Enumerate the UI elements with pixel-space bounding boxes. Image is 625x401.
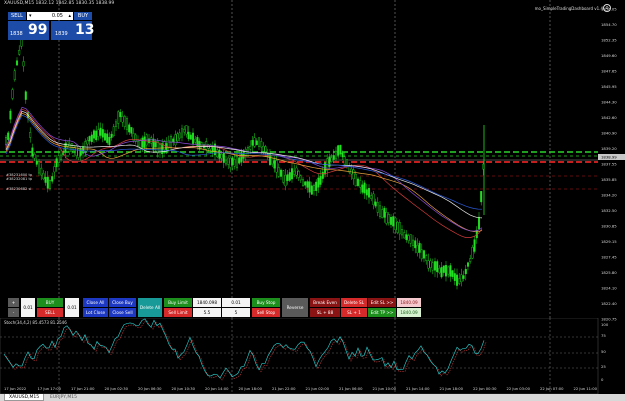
time-axis-label: 22 Jun 03:00 bbox=[507, 387, 531, 391]
edit-tp-input[interactable]: 1840.09 bbox=[397, 308, 421, 317]
time-axis-label: 20 Jun 18:00 bbox=[239, 387, 263, 391]
sell-price-prefix: 1838 bbox=[10, 31, 23, 37]
one-click-trading-panel: SELL ▾ 0.05 ▴ BUY 1838 99 1839 13 bbox=[8, 12, 95, 40]
buy-stop-button[interactable]: Buy Stop bbox=[252, 298, 280, 307]
price-axis-label: 1852.35 bbox=[601, 38, 617, 43]
chevron-down-icon[interactable]: ▾ bbox=[29, 12, 32, 20]
price-axis-label: 1837.55 bbox=[601, 162, 617, 167]
reverse-button[interactable]: Reverse bbox=[282, 298, 308, 317]
tab-xauusd[interactable]: XAUUSD,M15 bbox=[4, 394, 45, 401]
current-price-label: 1838.99 bbox=[601, 155, 617, 160]
time-axis: 17 Jun 2022 17 Jun 17:00 17 Jun 21:00 20 Ju… bbox=[4, 387, 598, 391]
price-axis-label: 1845.95 bbox=[601, 84, 617, 89]
stochastic-level-label: 0 bbox=[601, 377, 604, 382]
lot-minus-button[interactable]: - bbox=[8, 308, 19, 317]
one-click-lot-input[interactable]: ▾ 0.05 ▴ bbox=[27, 12, 73, 20]
buy-limit-lot-input[interactable]: 0.01 bbox=[222, 298, 250, 307]
stochastic-level-label: 25 bbox=[601, 364, 606, 369]
buy-price-box[interactable]: 1839 13 bbox=[51, 21, 95, 40]
price-axis-label: 1849.60 bbox=[601, 53, 617, 58]
time-axis-label: 21 Jun 14:00 bbox=[406, 387, 430, 391]
line-label-2: #38232081 tp bbox=[6, 177, 33, 181]
buy-button[interactable]: BUY bbox=[37, 298, 63, 307]
buy-price-prefix: 1839 bbox=[55, 31, 68, 37]
price-axis-label: 1822.40 bbox=[601, 301, 617, 306]
edit-sl-button[interactable]: Edit SL >> bbox=[368, 298, 396, 307]
price-axis-label: 1829.15 bbox=[601, 239, 617, 244]
lot-value: 0.05 bbox=[51, 13, 63, 19]
price-axis-label: 1824.10 bbox=[601, 286, 617, 291]
time-axis-label: 22 Jun 07:00 bbox=[540, 387, 564, 391]
lot-plus-button[interactable]: + bbox=[8, 298, 19, 307]
close-all-button[interactable]: Close All bbox=[83, 298, 108, 307]
buy-limit-price-input[interactable]: 1840.098 bbox=[193, 298, 221, 307]
lot-close-button[interactable]: Lot Close bbox=[83, 308, 108, 317]
price-axis-label: 1840.90 bbox=[601, 131, 617, 136]
time-axis-label: 20 Jun 14:00 bbox=[205, 387, 229, 391]
sell-limit-button[interactable]: Sell Limit bbox=[164, 308, 192, 317]
time-axis-label: 17 Jun 2022 bbox=[4, 387, 26, 391]
one-click-buy-button[interactable]: BUY bbox=[74, 12, 92, 20]
price-axis-label: 1839.20 bbox=[601, 146, 617, 151]
sl-plus-button[interactable]: SL + 1 bbox=[341, 308, 367, 317]
price-chart[interactable]: #38231600 tp #38232081 tp #38230682 sl bbox=[0, 0, 625, 318]
stochastic-chart[interactable] bbox=[0, 318, 625, 394]
lot-right-input[interactable]: 0.01 bbox=[65, 298, 79, 317]
buy-price-pips: 13 bbox=[75, 22, 95, 38]
delete-all-button[interactable]: Delete All bbox=[138, 298, 162, 317]
stochastic-level-label: 75 bbox=[601, 333, 606, 338]
delete-sl-button[interactable]: Delete SL bbox=[341, 298, 367, 307]
sell-limit-price-input[interactable]: 5.5 bbox=[193, 308, 221, 317]
time-axis-label: 21 Jun 18:00 bbox=[440, 387, 464, 391]
time-axis-label: 22 Jun 11:00 bbox=[574, 387, 598, 391]
sell-price-pips: 99 bbox=[28, 22, 48, 38]
price-axis-label: 1820.75 bbox=[601, 317, 617, 322]
sell-stop-button[interactable]: Sell Stop bbox=[252, 308, 280, 317]
trading-dashboard: + - 0.01 BUY SELL 0.01 Close All Close B… bbox=[0, 296, 430, 318]
price-axis-label: 1856.05 bbox=[601, 7, 617, 12]
stochastic-title: Stoch(34,4,2) 85.4573 81.2546 bbox=[4, 320, 67, 325]
close-sell-button[interactable]: Close Sell bbox=[109, 308, 136, 317]
price-axis-label: 1825.80 bbox=[601, 270, 617, 275]
time-axis-label: 21 Jun 10:00 bbox=[373, 387, 397, 391]
time-axis-label: 22 Jun 00:30 bbox=[473, 387, 497, 391]
price-axis-label: 1847.65 bbox=[601, 69, 617, 74]
chevron-up-icon[interactable]: ▴ bbox=[68, 12, 71, 20]
lot-left-input[interactable]: 0.01 bbox=[21, 298, 35, 317]
time-axis-label: 17 Jun 17:00 bbox=[38, 387, 62, 391]
price-axis-label: 1854.70 bbox=[601, 22, 617, 27]
time-axis-label: 21 Jun 22:00 bbox=[272, 387, 296, 391]
price-axis-label: 1830.85 bbox=[601, 224, 617, 229]
sl-minus-button[interactable]: SL + 88 bbox=[310, 308, 340, 317]
one-click-sell-button[interactable]: SELL bbox=[8, 12, 26, 20]
price-axis-label: 1827.45 bbox=[601, 255, 617, 260]
stochastic-level-label: 100 bbox=[601, 322, 609, 327]
tab-eurjpy[interactable]: EURJPY,M15 bbox=[46, 394, 81, 401]
price-axis-label: 1844.30 bbox=[601, 100, 617, 105]
edit-sl-input[interactable]: 1840.09 bbox=[397, 298, 421, 307]
stochastic-level-label: 50 bbox=[601, 349, 606, 354]
chart-title: XAUUSD,M15 1832.12 1842.85 1830.35 1838.… bbox=[4, 1, 115, 6]
sell-limit-lot-input[interactable]: 5 bbox=[222, 308, 250, 317]
close-buy-button[interactable]: Close Buy bbox=[109, 298, 136, 307]
sell-price-box[interactable]: 1838 99 bbox=[8, 21, 49, 40]
price-axis-label: 1835.85 bbox=[601, 177, 617, 182]
time-axis-label: 17 Jun 21:00 bbox=[71, 387, 95, 391]
time-axis-label: 21 Jun 06:00 bbox=[339, 387, 363, 391]
buy-limit-button[interactable]: Buy Limit bbox=[164, 298, 192, 307]
indicator-name: mo_SimpleTradingDashboard v1.4 bbox=[534, 6, 603, 11]
time-axis-label: 20 Jun 10:30 bbox=[172, 387, 196, 391]
price-axis-label: 1832.50 bbox=[601, 208, 617, 213]
break-even-button[interactable]: Break Even bbox=[310, 298, 340, 307]
price-axis-label: 1834.20 bbox=[601, 193, 617, 198]
price-axis: 1856.05 1854.70 1852.35 1849.60 1847.65 1845.… bbox=[598, 7, 625, 382]
sell-button[interactable]: SELL bbox=[37, 308, 63, 317]
edit-tp-button[interactable]: Edit TP >> bbox=[368, 308, 396, 317]
time-axis-label: 20 Jun 02:30 bbox=[105, 387, 129, 391]
price-axis-label: 1842.60 bbox=[601, 115, 617, 120]
symbol-tabs: XAUUSD,M15 EURJPY,M15 bbox=[0, 394, 625, 401]
line-label-3: #38230682 sl bbox=[6, 187, 31, 191]
time-axis-label: 21 Jun 02:00 bbox=[306, 387, 330, 391]
time-axis-label: 20 Jun 06:30 bbox=[138, 387, 162, 391]
